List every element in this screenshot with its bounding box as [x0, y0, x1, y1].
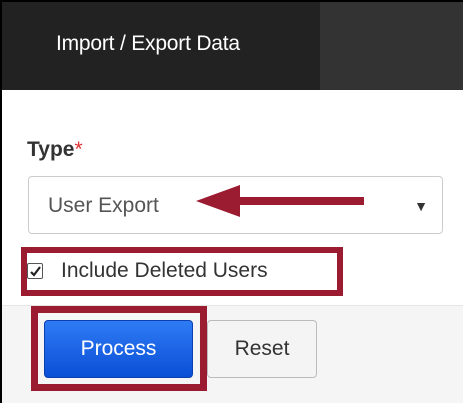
reset-button[interactable]: Reset [207, 320, 317, 378]
checkmark-icon [30, 266, 41, 277]
type-label-text: Type [27, 138, 75, 161]
tab-import-export[interactable]: Import / Export Data [2, 2, 320, 90]
include-deleted-checkbox[interactable] [27, 263, 43, 279]
tab-label: Import / Export Data [56, 32, 240, 55]
include-deleted-label[interactable]: Include Deleted Users [61, 259, 268, 283]
required-marker: * [74, 138, 83, 161]
chevron-down-icon: ▼ [414, 198, 428, 214]
type-field-label: Type* [27, 138, 83, 162]
process-button[interactable]: Process [44, 320, 193, 378]
include-deleted-row: Include Deleted Users [27, 256, 268, 286]
annotation-arrow [196, 185, 364, 217]
type-select-value: User Export [48, 194, 159, 217]
